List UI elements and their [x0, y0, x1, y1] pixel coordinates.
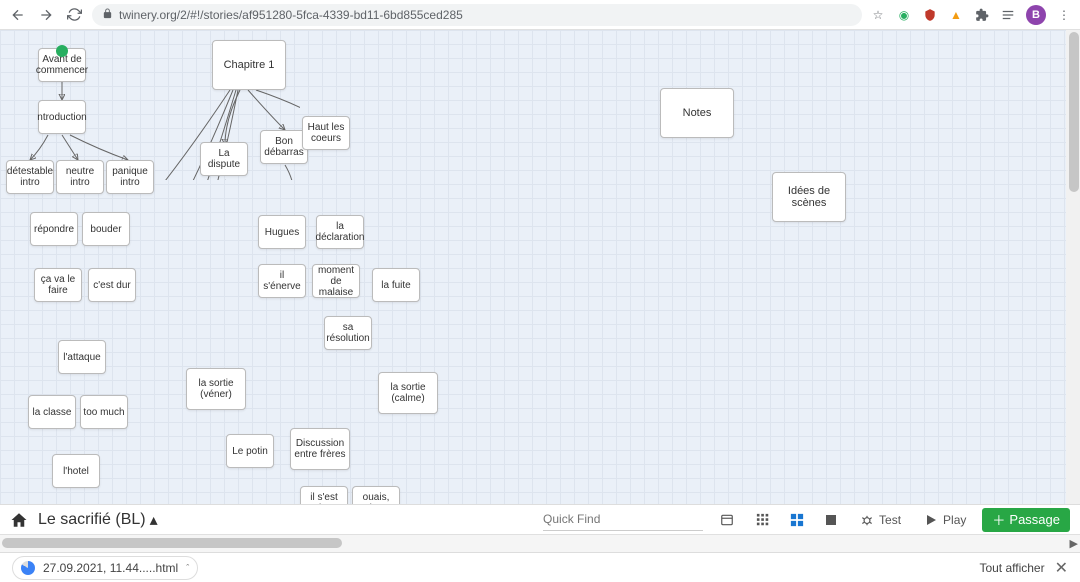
test-button[interactable]: Test [853, 509, 907, 531]
extensions-puzzle-icon[interactable] [974, 7, 990, 23]
passage-node[interactable]: il s'énerve [258, 264, 306, 298]
reading-list-icon[interactable] [1000, 7, 1016, 23]
zoom-small-button[interactable] [751, 509, 775, 531]
url-text: twinery.org/2/#!/stories/af951280-5fca-4… [119, 8, 463, 22]
zoom-medium-button[interactable] [785, 509, 809, 531]
passage-node[interactable]: détestable intro [6, 160, 54, 194]
download-progress-icon [21, 561, 35, 575]
passage-node[interactable]: Discussion entre frères [290, 428, 350, 470]
passage-node[interactable]: Notes [660, 88, 734, 138]
passage-node[interactable]: la déclaration [316, 215, 364, 249]
passage-node[interactable]: sa résolution [324, 316, 372, 350]
passage-node[interactable]: panique intro [106, 160, 154, 194]
story-title-menu[interactable]: Le sacrifié (BL) ▴ [38, 510, 158, 530]
browser-menu-icon[interactable]: ⋮ [1056, 7, 1072, 23]
add-passage-button[interactable]: ＋ Passage [982, 508, 1070, 532]
plus-icon: ＋ [992, 510, 1005, 529]
bookmark-star-icon[interactable]: ☆ [870, 7, 886, 23]
extension-row: ☆ ◉ ▲ B ⋮ [870, 5, 1072, 25]
forward-button[interactable] [36, 5, 56, 25]
scroll-thumb[interactable] [2, 538, 342, 548]
horizontal-scrollbar[interactable]: ▶ [0, 534, 1080, 552]
home-icon[interactable] [10, 511, 28, 529]
close-download-bar[interactable]: ✕ [1055, 558, 1068, 578]
download-item[interactable]: 27.09.2021, 11.44.....html ˆ [12, 556, 198, 580]
bottom-toolbar: Le sacrifié (BL) ▴ Test Play ＋ [0, 504, 1080, 534]
passage-node[interactable]: too much [80, 395, 128, 429]
warning-icon[interactable]: ▲ [948, 7, 964, 23]
passage-node[interactable]: ouais, crois que [352, 486, 400, 504]
back-button[interactable] [8, 5, 28, 25]
story-canvas[interactable]: Avant de commencer ntroduction détestabl… [0, 30, 1080, 504]
adblock-shield-icon[interactable] [922, 7, 938, 23]
passage-node[interactable]: neutre intro [56, 160, 104, 194]
quick-find-options[interactable] [713, 509, 741, 531]
show-all-downloads[interactable]: Tout afficher [979, 561, 1044, 575]
play-button[interactable]: Play [917, 509, 972, 531]
passage-node[interactable]: l'attaque [58, 340, 106, 374]
passage-node[interactable]: la sortie (calme) [378, 372, 438, 414]
reload-button[interactable] [64, 5, 84, 25]
download-bar: 27.09.2021, 11.44.....html ˆ Tout affich… [0, 552, 1080, 582]
browser-toolbar: twinery.org/2/#!/stories/af951280-5fca-4… [0, 0, 1080, 30]
passage-node[interactable]: La dispute [200, 142, 248, 176]
address-bar[interactable]: twinery.org/2/#!/stories/af951280-5fca-4… [92, 4, 862, 26]
grid-small-icon [755, 512, 771, 528]
quick-find-input[interactable] [543, 509, 703, 531]
lock-icon [102, 8, 113, 22]
options-icon [719, 512, 735, 528]
passage-node[interactable]: Chapitre 1 [212, 40, 286, 90]
chevron-up-icon: ˆ [186, 563, 189, 573]
passage-node[interactable]: il s'est rien [300, 486, 348, 504]
scroll-right-icon[interactable]: ▶ [1070, 537, 1078, 550]
grid-medium-icon [789, 512, 805, 528]
passage-node[interactable]: Le potin [226, 434, 274, 468]
passage-node[interactable]: c'est dur [88, 268, 136, 302]
vertical-scrollbar[interactable] [1066, 30, 1080, 504]
chevron-up-icon: ▴ [150, 510, 158, 530]
passage-node[interactable]: bouder [82, 212, 130, 246]
passage-node[interactable]: l'hotel [52, 454, 100, 488]
passage-node[interactable]: ntroduction [38, 100, 86, 134]
passage-node[interactable]: Idées de scènes [772, 172, 846, 222]
zoom-large-button[interactable] [819, 509, 843, 531]
passage-node[interactable]: la classe [28, 395, 76, 429]
play-icon [923, 512, 939, 528]
grid-large-icon [823, 512, 839, 528]
passage-node[interactable]: Haut les coeurs [302, 116, 350, 150]
start-marker-icon [56, 45, 68, 57]
passage-node[interactable]: Bon débarras [260, 130, 308, 164]
grid-background [0, 30, 1080, 504]
passage-node[interactable]: la sortie (véner) [186, 368, 246, 410]
passage-node[interactable]: Hugues [258, 215, 306, 249]
profile-avatar[interactable]: B [1026, 5, 1046, 25]
extension-icon[interactable]: ◉ [896, 7, 912, 23]
passage-node[interactable]: Avant de commencer [38, 48, 86, 82]
bug-icon [859, 512, 875, 528]
passage-node[interactable]: ça va le faire [34, 268, 82, 302]
passage-node[interactable]: répondre [30, 212, 78, 246]
passage-node[interactable]: moment de malaise [312, 264, 360, 298]
scroll-thumb[interactable] [1069, 32, 1079, 192]
passage-node[interactable]: la fuite [372, 268, 420, 302]
